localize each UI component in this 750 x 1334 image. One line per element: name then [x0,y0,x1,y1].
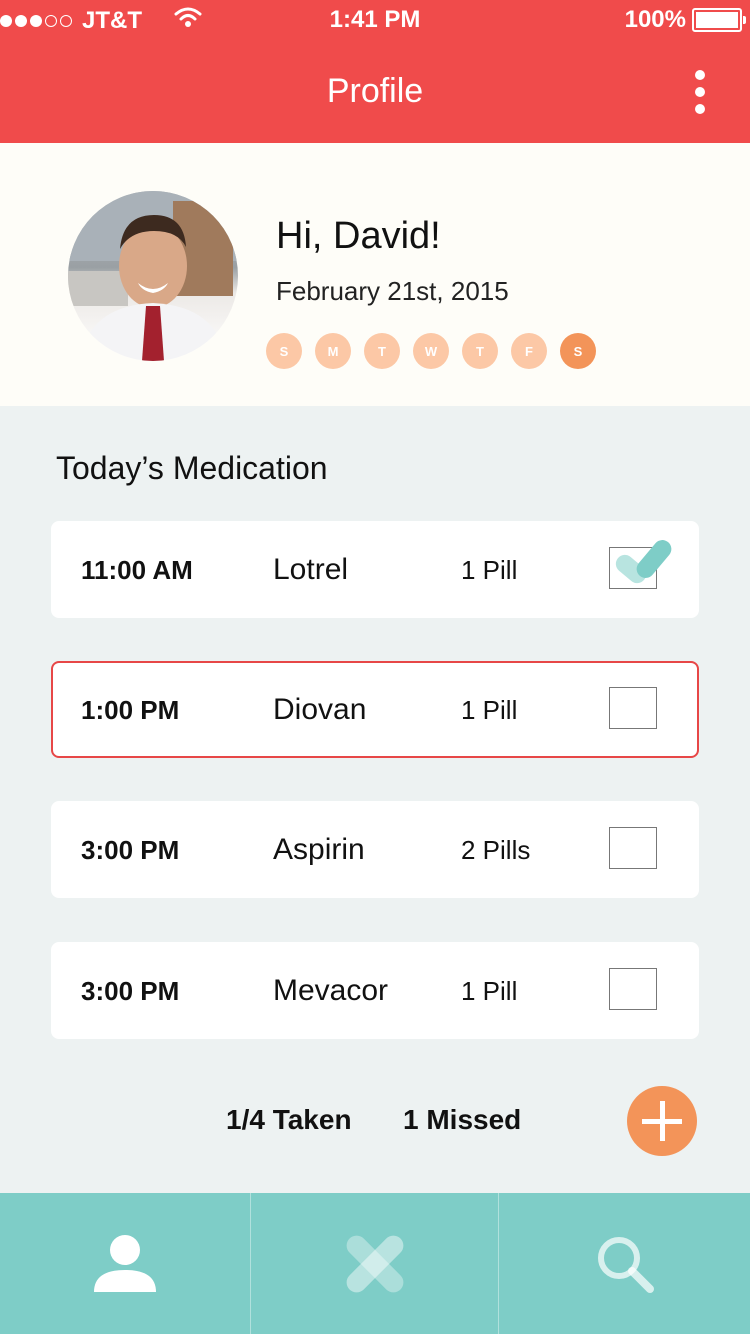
medication-dose: 2 Pills [461,835,531,865]
person-icon [93,1234,156,1292]
battery-percent: 100% [624,6,686,33]
taken-checkbox[interactable] [609,687,657,729]
section-title: Today’s Medication [56,450,328,486]
medication-name: Diovan [273,693,367,726]
missed-count: 1 Missed [403,1104,522,1135]
taken-count: 1/4 Taken [226,1104,352,1135]
battery-icon [692,8,746,32]
page-title: Profile [326,72,424,110]
taken-checkbox[interactable] [609,827,657,869]
weekday-selector: S M T W T F S [266,333,596,369]
medication-time: 11:00 AM [81,555,193,585]
app-header: JT&T 1:41 PM 100% Profile [0,0,750,143]
taken-checkbox[interactable] [609,968,657,1010]
taken-checkbox-checked[interactable] [609,540,672,589]
medication-name: Aspirin [273,833,365,866]
tab-medications[interactable] [249,1193,499,1334]
medication-time: 3:00 PM [81,835,180,865]
status-bar: JT&T 1:41 PM 100% [0,0,750,40]
medication-name: Mevacor [273,974,389,1007]
day-tuesday[interactable]: T [364,333,400,369]
medication-row[interactable]: 3:00 PM Mevacor 1 Pill [51,942,699,1039]
bottom-nav [0,1193,750,1334]
current-date: February 21st, 2015 [276,276,509,306]
medication-name: Lotrel [273,553,349,586]
day-thursday[interactable]: T [462,333,498,369]
battery-status: 100% [624,6,746,34]
profile-card: Hi, David! February 21st, 2015 S M T W T… [0,143,750,406]
avatar[interactable] [68,191,238,361]
search-icon [597,1236,654,1293]
medication-dose: 1 Pill [461,555,518,585]
pill-check-icon [615,540,672,584]
day-saturday-active[interactable]: S [560,333,596,369]
medication-time: 1:00 PM [81,695,180,725]
medication-row[interactable]: 11:00 AM Lotrel 1 Pill [51,521,699,618]
medication-row[interactable]: 3:00 PM Aspirin 2 Pills [51,801,699,898]
day-wednesday[interactable]: W [413,333,449,369]
day-friday[interactable]: F [511,333,547,369]
pill-icon [346,1235,403,1292]
greeting: Hi, David! [276,215,441,257]
tab-search[interactable] [498,1193,750,1334]
medication-dose: 1 Pill [461,976,518,1006]
day-sunday[interactable]: S [266,333,302,369]
tab-profile[interactable] [0,1193,250,1334]
more-vertical-icon[interactable] [686,70,714,114]
add-medication-button[interactable] [627,1086,697,1156]
avatar-photo [68,191,238,361]
medication-row-missed[interactable]: 1:00 PM Diovan 1 Pill [51,661,699,758]
day-monday[interactable]: M [315,333,351,369]
medication-dose: 1 Pill [461,695,518,725]
medication-time: 3:00 PM [81,976,180,1006]
